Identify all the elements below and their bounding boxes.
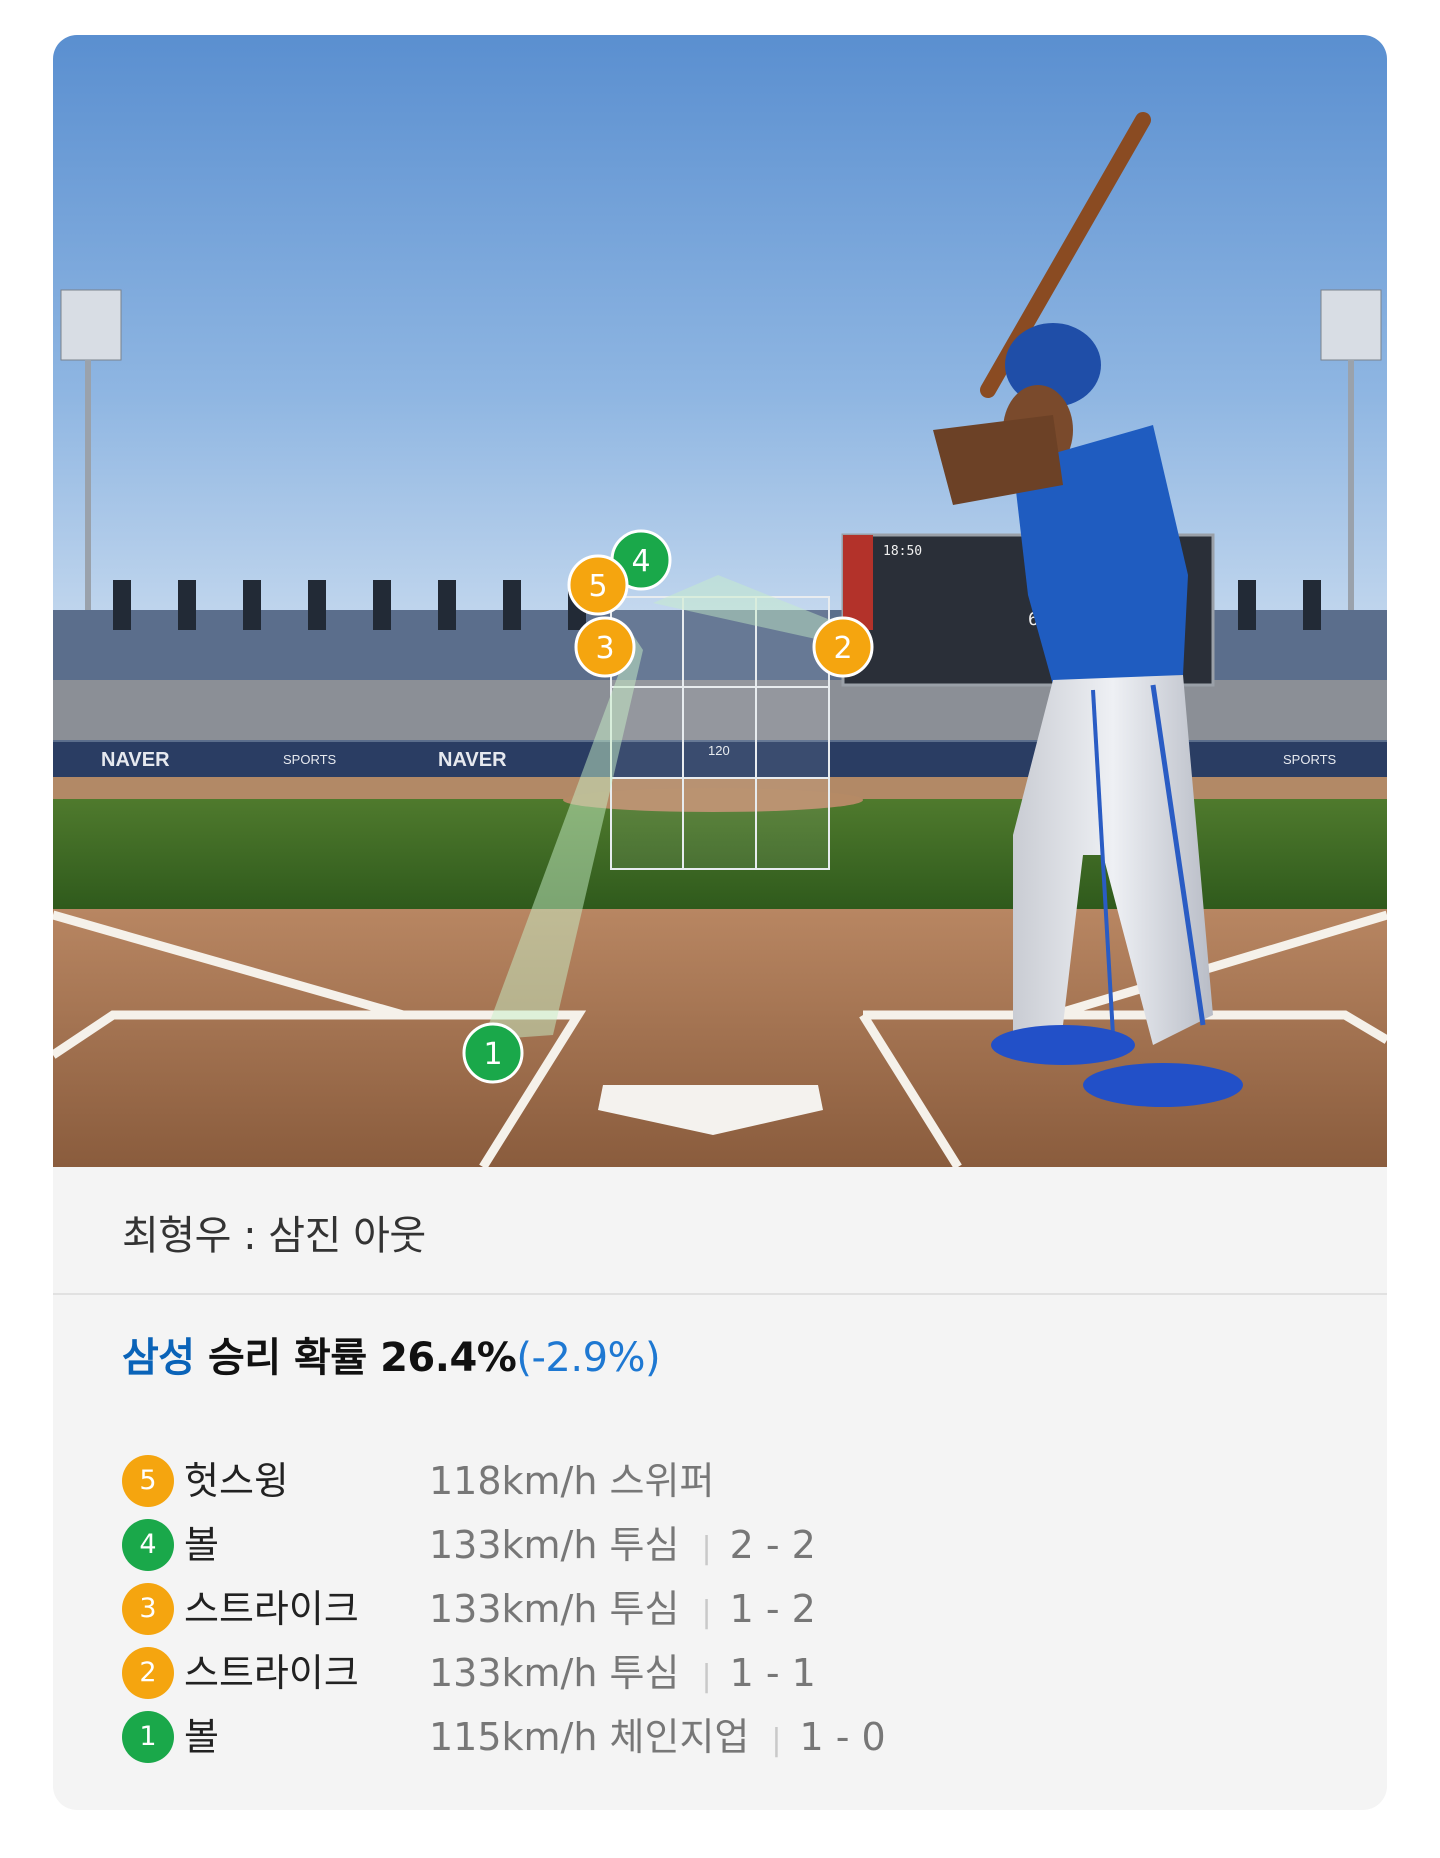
pitch-speed: 133km/h — [429, 1651, 598, 1695]
strike-zone — [610, 596, 830, 870]
svg-text:1: 1 — [483, 1037, 502, 1072]
pitch-number-badge: 5 — [122, 1455, 174, 1507]
pitch-result: 스트라이크 — [184, 1587, 359, 1631]
pitch-type: 투심 — [609, 1587, 680, 1631]
pitch-row: 3 스트라이크 133km/h 투심 | 1 - 2 — [122, 1577, 1322, 1641]
pitch-count: 1 - 0 — [799, 1715, 886, 1759]
svg-text:3: 3 — [595, 631, 614, 666]
pitch-speed: 133km/h — [429, 1523, 598, 1567]
svg-text:5: 5 — [588, 569, 607, 604]
separator: | — [771, 1723, 782, 1758]
pitch-type: 투심 — [609, 1523, 680, 1567]
separator: | — [701, 1595, 712, 1630]
pitch-info: 115km/h 체인지업 | 1 - 0 — [429, 1711, 886, 1767]
pitch-count: 1 - 2 — [729, 1587, 816, 1631]
banner-naver-left: NAVER — [101, 749, 170, 771]
separator: | — [701, 1531, 712, 1566]
win-probability-team: 삼성 — [122, 1335, 195, 1381]
win-probability: 삼성 승리 확률 26.4%(-2.9%) — [122, 1325, 661, 1383]
pitch-row: 5 헛스윙 118km/h 스위퍼 — [122, 1449, 1322, 1513]
pitch-speed: 133km/h — [429, 1587, 598, 1631]
pitch-info: 118km/h 스위퍼 — [429, 1455, 714, 1507]
pitch-number-badge: 1 — [122, 1711, 174, 1763]
pitch-info: 133km/h 투심 | 2 - 2 — [429, 1519, 816, 1575]
pitch-result: 헛스윙 — [184, 1459, 289, 1503]
pitch-type: 스위퍼 — [609, 1459, 715, 1503]
pitch-number-badge: 3 — [122, 1583, 174, 1635]
svg-text:2: 2 — [833, 631, 852, 666]
pitch-result: 스트라이크 — [184, 1651, 359, 1695]
pitch-result: 볼 — [184, 1715, 219, 1759]
pitch-speed: 118km/h — [429, 1459, 598, 1503]
pitch-list: 5 헛스윙 118km/h 스위퍼 4 볼 133km/h 투심 | 2 - 2 3… — [122, 1449, 1322, 1769]
pitch-count: 1 - 1 — [729, 1651, 816, 1695]
pitch-speed: 115km/h — [429, 1715, 598, 1759]
svg-text:4: 4 — [631, 544, 650, 579]
win-probability-delta: (-2.9%) — [516, 1335, 661, 1381]
banner-sports-right: SPORTS — [1283, 752, 1337, 767]
at-bat-result: 최형우 : 삼진 아웃 — [53, 1167, 1387, 1295]
pitch-number-badge: 2 — [122, 1647, 174, 1699]
pitch-card: 18:50 60 NAVER NAVER SPORTS SPORTS — [53, 35, 1387, 1810]
win-probability-label: 승리 확률 26.4% — [194, 1335, 517, 1381]
pitch-info: 133km/h 투심 | 1 - 2 — [429, 1583, 816, 1639]
pitch-info: 133km/h 투심 | 1 - 1 — [429, 1647, 816, 1703]
pitch-marker-5: 5 — [567, 554, 629, 616]
result-text: 최형우 : 삼진 아웃 — [122, 1213, 426, 1259]
separator: | — [701, 1659, 712, 1694]
pitch-number-badge: 4 — [122, 1519, 174, 1571]
scoreboard-clock: 18:50 — [883, 544, 922, 559]
pitch-marker-1: 1 — [462, 1022, 524, 1084]
pitch-row: 2 스트라이크 133km/h 투심 | 1 - 1 — [122, 1641, 1322, 1705]
pitch-row: 1 볼 115km/h 체인지업 | 1 - 0 — [122, 1705, 1322, 1769]
pitch-marker-3: 3 — [574, 616, 636, 678]
pitch-result: 볼 — [184, 1523, 219, 1567]
pitch-marker-2: 2 — [812, 616, 874, 678]
pitch-count: 2 - 2 — [729, 1523, 816, 1567]
pitch-type: 체인지업 — [609, 1715, 750, 1759]
pitch-row: 4 볼 133km/h 투심 | 2 - 2 — [122, 1513, 1322, 1577]
pitch-type: 투심 — [609, 1651, 680, 1695]
zone-speed-label: 120 — [708, 743, 730, 758]
pitch-scene: 18:50 60 NAVER NAVER SPORTS SPORTS — [53, 35, 1387, 1167]
banner-naver-mid: NAVER — [438, 749, 507, 771]
banner-sports-left: SPORTS — [283, 752, 337, 767]
